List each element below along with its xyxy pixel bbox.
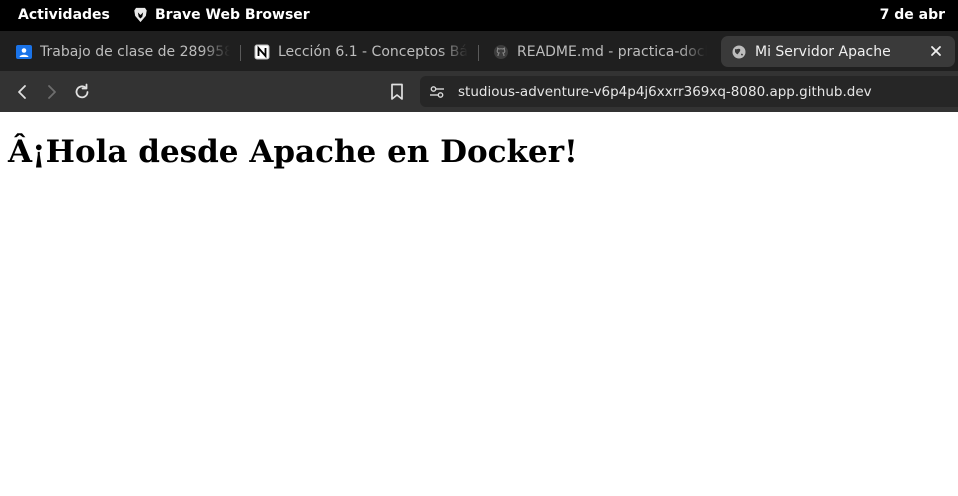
page-viewport: Â¡Hola desde Apache en Docker!	[0, 112, 958, 496]
activities-button[interactable]: Actividades	[18, 7, 110, 23]
tab-classroom[interactable]: Trabajo de clase de 2899588	[16, 36, 230, 67]
tab-title: Lección 6.1 - Conceptos Básicos	[278, 43, 468, 60]
clock[interactable]: 7 de abr	[880, 7, 945, 23]
tab-divider	[240, 45, 241, 61]
address-bar[interactable]: studious-adventure-v6p4p4j6xxrr369xq-808…	[420, 76, 958, 107]
back-icon[interactable]	[11, 81, 33, 103]
system-top-bar: Actividades Brave Web Browser 7 de abr	[0, 0, 958, 31]
tab-title: Mi Servidor Apache	[755, 43, 891, 60]
close-tab-icon[interactable]	[927, 42, 945, 60]
classroom-icon	[16, 44, 32, 60]
tab-divider	[478, 45, 479, 61]
page-heading: Â¡Hola desde Apache en Docker!	[8, 134, 578, 170]
github-icon	[493, 44, 509, 60]
tab-notion[interactable]: Lección 6.1 - Conceptos Básicos	[254, 36, 468, 67]
tab-strip: Trabajo de clase de 2899588 Lección 6.1 …	[0, 31, 958, 71]
url-text[interactable]: studious-adventure-v6p4p4j6xxrr369xq-808…	[458, 84, 872, 100]
tab-title: README.md - practica-docker	[517, 43, 707, 60]
brave-lion-icon	[134, 7, 147, 23]
browser-toolbar: studious-adventure-v6p4p4j6xxrr369xq-808…	[0, 71, 958, 112]
forward-icon[interactable]	[41, 81, 63, 103]
tab-apache-active[interactable]: Mi Servidor Apache	[721, 36, 955, 67]
globe-icon	[731, 44, 747, 60]
tab-title: Trabajo de clase de 2899588	[40, 43, 230, 60]
notion-icon	[254, 44, 270, 60]
app-menu[interactable]: Brave Web Browser	[133, 7, 310, 23]
app-name: Brave Web Browser	[155, 7, 310, 23]
bookmark-icon[interactable]	[386, 81, 408, 103]
reload-icon[interactable]	[71, 81, 93, 103]
tab-github[interactable]: README.md - practica-docker	[493, 36, 707, 67]
site-settings-icon[interactable]	[428, 83, 446, 101]
